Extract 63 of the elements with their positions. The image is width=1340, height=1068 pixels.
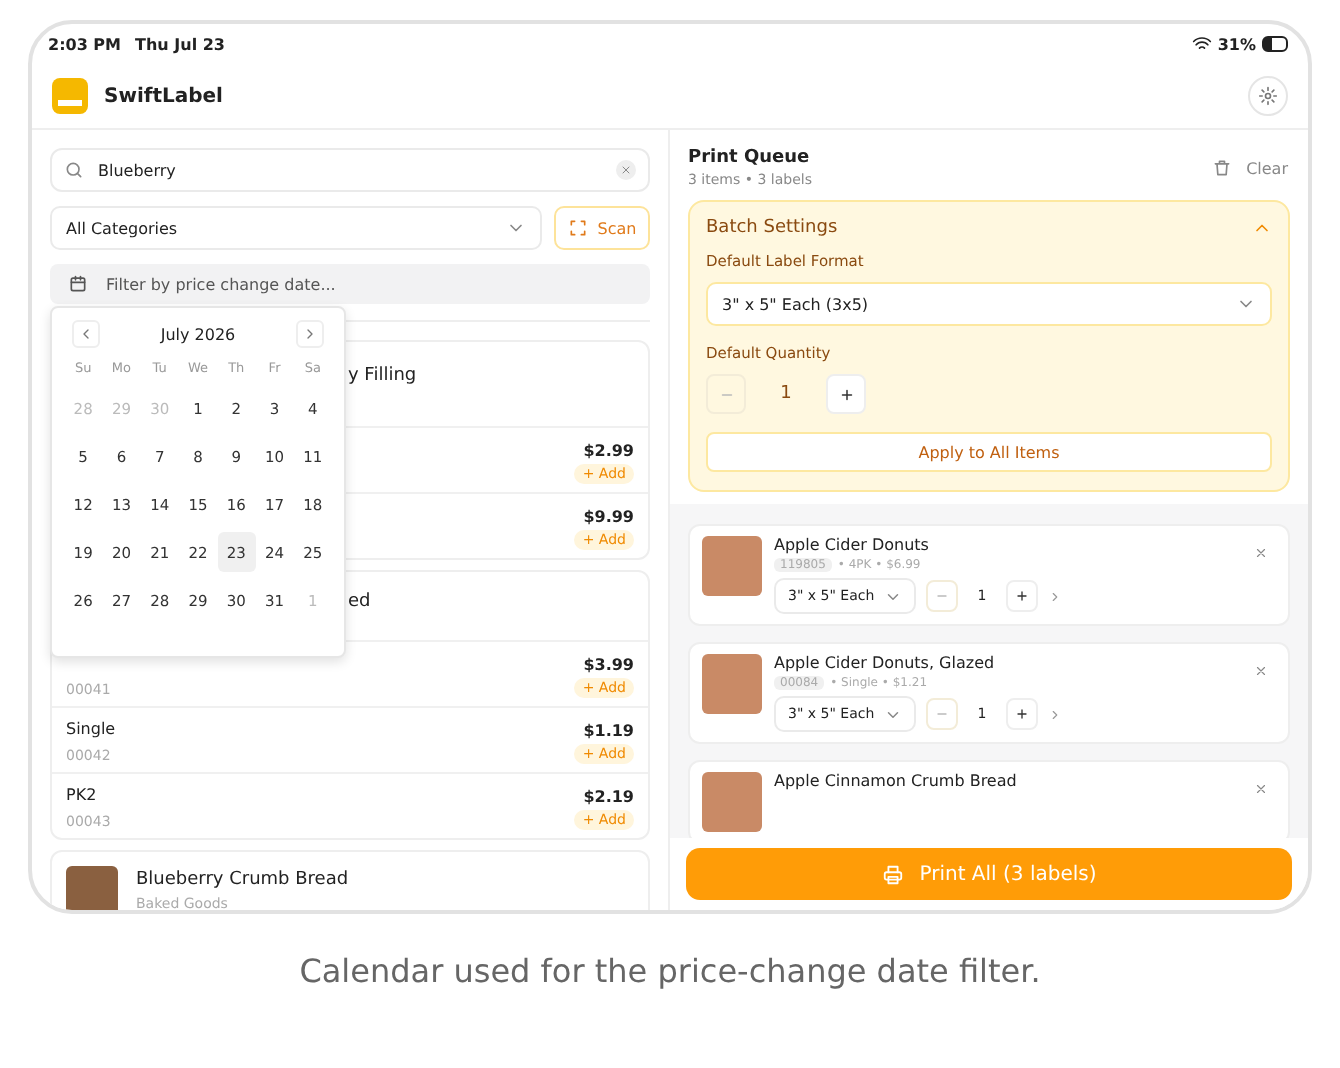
photo-placeholder — [702, 654, 762, 714]
remove-button[interactable] — [1254, 664, 1268, 678]
product-title: y Filling — [348, 366, 417, 386]
variant-price: $9.99 — [583, 508, 634, 526]
expand-button[interactable] — [1048, 589, 1062, 603]
product-title: Blueberry Crumb Bread — [136, 870, 349, 890]
chevron-right-icon — [1048, 589, 1062, 603]
battery-icon — [1262, 36, 1288, 52]
variant-price: $2.19 — [583, 788, 634, 806]
close-icon — [1254, 546, 1268, 560]
increase-button[interactable] — [826, 374, 866, 414]
variant-price: $2.99 — [583, 442, 634, 460]
item-name: Apple Cinnamon Crumb Bread — [774, 772, 1019, 790]
print-queue-title: Print Queue — [688, 148, 812, 168]
battery-percent: 31% — [1217, 35, 1256, 53]
variant-price: $1.19 — [583, 722, 634, 740]
expand-button[interactable] — [1048, 707, 1062, 721]
search-field[interactable]: Blueberry — [50, 148, 650, 192]
item-name: Apple Cider Donuts — [774, 536, 931, 554]
chevron-left-icon — [78, 326, 94, 342]
remove-button[interactable] — [1254, 546, 1268, 560]
settings-icon — [1258, 86, 1278, 106]
variant-price: $3.99 — [583, 656, 634, 674]
previous-month-button[interactable] — [72, 320, 100, 348]
category-select[interactable]: All Categories — [50, 206, 542, 250]
product-title: ed — [348, 592, 371, 612]
calendar-icon — [68, 274, 88, 294]
batch-settings-title: Batch Settings — [706, 218, 838, 238]
quantity-value: 1 — [778, 384, 794, 404]
plus-icon — [1014, 706, 1030, 722]
label-format-select[interactable]: 3" x 5" Each (3x5) — [706, 282, 1272, 326]
apply-button[interactable]: Apply to All Items — [706, 432, 1272, 472]
search-icon — [64, 160, 84, 180]
variant-name: PK2 — [66, 786, 99, 804]
close-icon — [1254, 664, 1268, 678]
clear-search-button[interactable] — [616, 160, 636, 180]
remove-button[interactable] — [1254, 782, 1268, 796]
photo-placeholder — [702, 772, 762, 832]
date-filter-field[interactable]: Filter by price change date... — [50, 264, 650, 304]
app-logo-icon — [52, 78, 88, 114]
plus-icon — [837, 385, 855, 403]
item-name: Apple Cider Donuts, Glazed — [774, 654, 997, 672]
photo-placeholder — [702, 536, 762, 596]
next-month-button[interactable] — [295, 320, 324, 348]
clear-button[interactable]: Clear — [1212, 158, 1288, 178]
caption: Calendar used for the price-change date filter. — [297, 952, 1043, 990]
status-time: 2:03 PM — [48, 35, 122, 53]
calendar-month: July 2026 — [160, 325, 236, 343]
chevron-right-icon — [1048, 707, 1062, 721]
status-date: Thu Jul 23 — [135, 35, 225, 53]
printer-icon — [881, 863, 904, 885]
photo-placeholder — [66, 866, 118, 910]
scan-icon — [567, 218, 588, 238]
wifi-icon — [1191, 34, 1212, 54]
settings-button[interactable] — [1248, 76, 1288, 116]
app-title: SwiftLabel — [104, 85, 223, 107]
close-icon — [1254, 782, 1268, 796]
close-icon — [620, 164, 632, 176]
trash-icon — [1212, 158, 1233, 178]
variant-name: Single — [66, 720, 116, 738]
increase-button[interactable] — [1006, 580, 1038, 612]
increase-button[interactable] — [1006, 698, 1038, 730]
plus-icon — [1014, 588, 1030, 604]
